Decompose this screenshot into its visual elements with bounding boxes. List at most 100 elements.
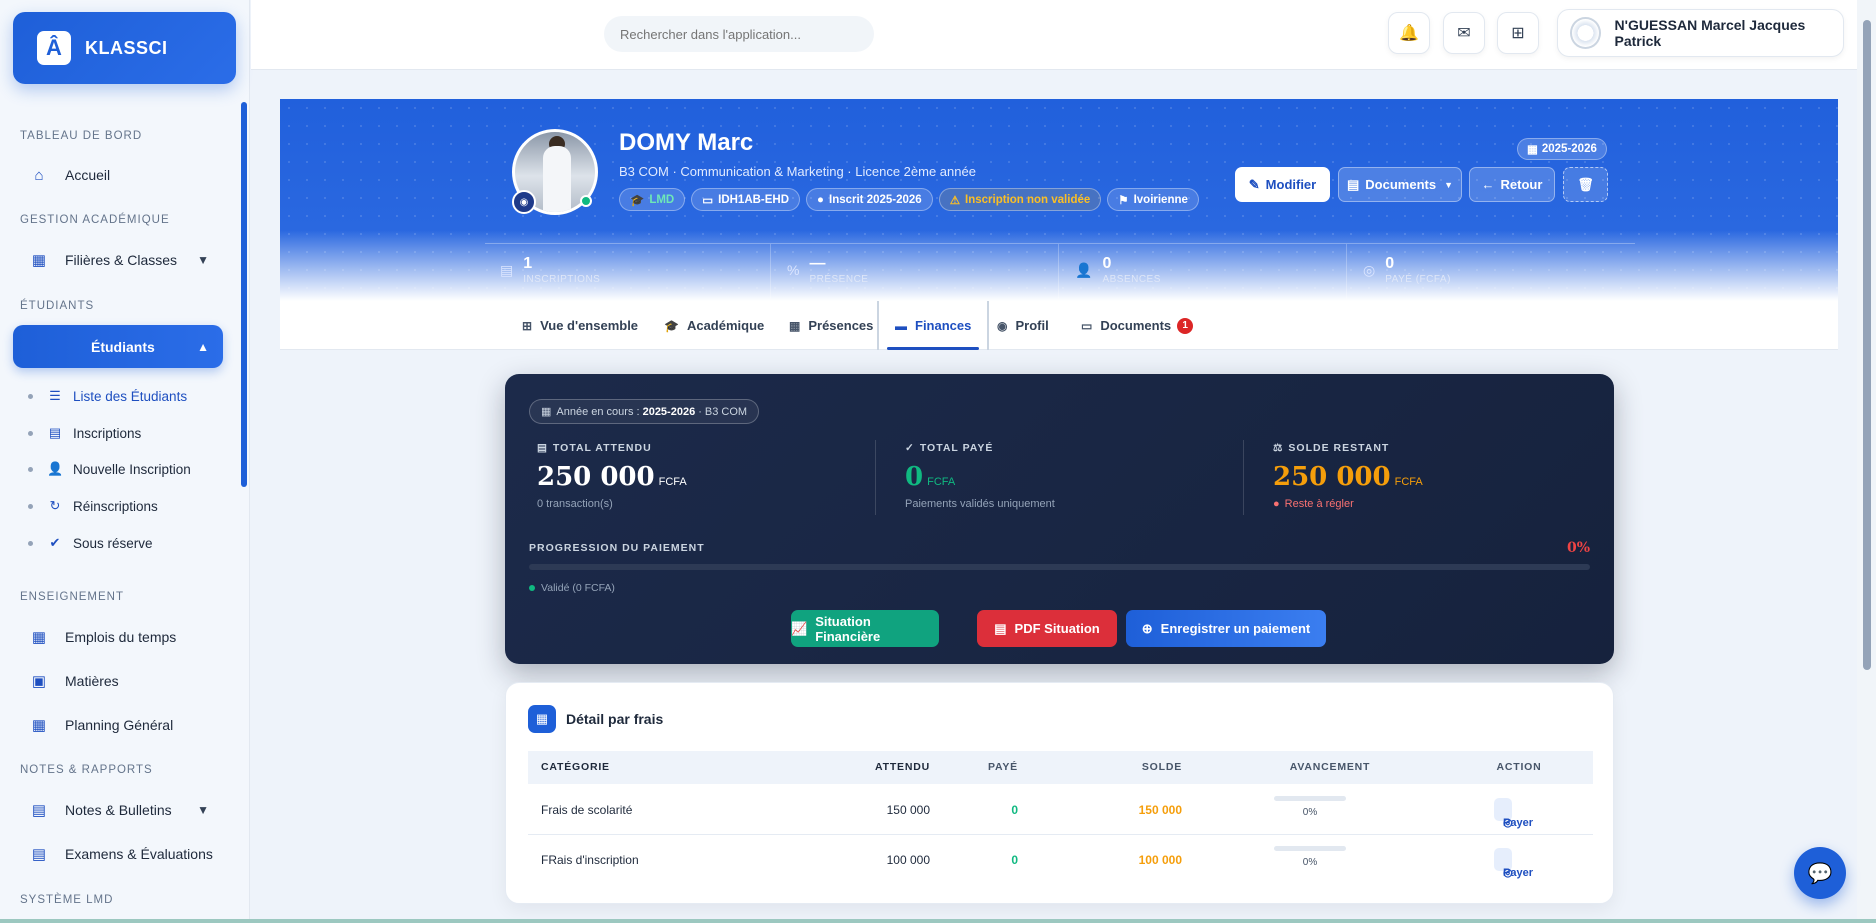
total-paye-label: TOTAL PAYÉ xyxy=(919,442,994,454)
delete-button[interactable]: 🗑 xyxy=(1563,167,1608,202)
brand-logo-block[interactable]: Â KLASSCI xyxy=(13,12,236,84)
sidebar-subitem-reinscriptions[interactable]: ↻ Réinscriptions xyxy=(28,491,158,521)
stat-value: — xyxy=(809,255,826,272)
file-icon: ▤ xyxy=(31,802,47,819)
year-class: · B3 COM xyxy=(698,405,748,418)
chat-button[interactable]: 💬 xyxy=(1794,847,1846,899)
stat-value: 1 xyxy=(523,255,533,272)
back-button[interactable]: ← Retour xyxy=(1469,167,1555,202)
tab-academique[interactable]: 🎓 Académique xyxy=(664,301,764,350)
top-header: 🔔 ✉ ⊞ N'GUESSAN Marcel Jacques Patrick xyxy=(251,0,1857,70)
tab-profil[interactable]: ◉ Profil xyxy=(997,301,1049,350)
solde-value: 250 000 xyxy=(1273,462,1391,492)
column-header: ATTENDU xyxy=(875,761,930,773)
sidebar-item-examens[interactable]: ▤ Examens & Évaluations xyxy=(13,834,223,874)
sidebar-item-label: Emplois du temps xyxy=(65,629,177,645)
stat-separator xyxy=(1346,244,1347,299)
bell-icon: 🔔 xyxy=(1399,25,1419,42)
sidebar: Â KLASSCI TABLEAU DE BORD ⌂ Accueil GEST… xyxy=(0,0,250,923)
apps-button[interactable]: ⊞ xyxy=(1497,12,1539,54)
payer-button[interactable]: ◎ Payer xyxy=(1494,848,1533,879)
enregistrer-paiement-button[interactable]: ⊕ Enregistrer un paiement xyxy=(1126,610,1326,647)
sidebar-item-emplois[interactable]: ▦ Emplois du temps xyxy=(13,617,223,657)
current-year-pill: ▦ Année en cours : 2025-2026 · B3 COM xyxy=(529,399,760,424)
payer-button[interactable]: ◎ Payer xyxy=(1494,798,1533,829)
flag-icon: ⚑ xyxy=(1118,194,1129,207)
sidebar-subitem-nouvelle-inscription[interactable]: 👤 Nouvelle Inscription xyxy=(28,454,191,484)
page-scrollbar[interactable] xyxy=(1857,0,1876,923)
solde-note: Reste à régler xyxy=(1284,498,1354,510)
section-tableau-de-bord: TABLEAU DE BORD xyxy=(20,130,143,142)
year-badge: ▦ 2025-2026 xyxy=(1517,138,1607,160)
sidebar-item-filieres[interactable]: ▦ Filières & Classes ▼ xyxy=(13,240,223,280)
tab-label: Profil xyxy=(1015,318,1049,333)
tab-label: Documents xyxy=(1100,318,1172,333)
sidebar-scrollbar[interactable] xyxy=(241,102,247,487)
calendar-icon: ▦ xyxy=(541,406,552,418)
sidebar-item-notes[interactable]: ▤ Notes & Bulletins ▼ xyxy=(13,790,223,830)
tab-finances[interactable]: ▬ Finances xyxy=(877,301,990,350)
sidebar-item-planning[interactable]: ▦ Planning Général xyxy=(13,705,223,745)
page-scrollbar-thumb[interactable] xyxy=(1863,20,1871,670)
total-paye-value: 0 xyxy=(905,462,924,492)
tab-vue-ensemble[interactable]: ⊞ Vue d'ensemble xyxy=(522,301,638,350)
bullet-dot xyxy=(28,393,33,399)
sidebar-item-matieres[interactable]: ▣ Matières xyxy=(13,661,223,701)
user-circle-icon: ◉ xyxy=(997,318,1008,333)
total-paye-block: ✓ TOTAL PAYÉ 0 FCFA Paiements validés uniq… xyxy=(905,442,1225,510)
sidebar-subitem-sous-reserve[interactable]: ✔ Sous réserve xyxy=(28,528,153,558)
pdf-situation-button[interactable]: ▤ PDF Situation xyxy=(977,610,1117,647)
search-input[interactable] xyxy=(604,16,874,52)
column-header: CATÉGORIE xyxy=(541,761,610,773)
percent-icon: % xyxy=(787,262,800,278)
total-attendu-block: ▤ TOTAL ATTENDU 250 000 FCFA 0 transaction… xyxy=(537,442,857,510)
notifications-button[interactable]: 🔔 xyxy=(1388,12,1430,54)
stat-paye: ◎ 0 PAYÉ (FCFA) xyxy=(1363,256,1451,296)
book-icon: ▣ xyxy=(31,673,47,690)
user-x-icon: 👤 xyxy=(1075,262,1093,278)
folder-icon: ▭ xyxy=(1081,318,1093,333)
grid-icon: ⊞ xyxy=(522,318,533,333)
button-label: Payer xyxy=(1503,867,1533,879)
file-icon: ▤ xyxy=(500,262,514,278)
stat-separator xyxy=(1058,244,1059,299)
progress-label: PROGRESSION DU PAIEMENT xyxy=(529,542,705,554)
messages-button[interactable]: ✉ xyxy=(1443,12,1485,54)
stat-separator xyxy=(770,244,771,299)
documents-count-badge: 1 xyxy=(1177,317,1194,334)
chip-inscrit: ● Inscrit 2025-2026 xyxy=(806,188,933,211)
building-icon: ▦ xyxy=(31,252,47,269)
table-row: Frais de scolarité 150 000 0 150 000 0% … xyxy=(528,785,1593,835)
sidebar-item-etudiants[interactable]: Étudiants ▲ xyxy=(13,325,223,368)
sidebar-item-label: Matières xyxy=(65,673,119,689)
situation-financiere-button[interactable]: 📈 Situation Financière xyxy=(791,610,939,647)
stat-value: 0 xyxy=(1102,255,1112,272)
sidebar-subitem-liste-etudiants[interactable]: ☰ Liste des Étudiants xyxy=(28,381,187,411)
calendar-icon: ▦ xyxy=(31,629,47,646)
edit-button[interactable]: ✎ Modifier xyxy=(1235,167,1330,202)
bullet-dot xyxy=(28,540,33,546)
camera-icon[interactable]: ◉ xyxy=(512,190,536,214)
user-menu-button[interactable]: N'GUESSAN Marcel Jacques Patrick xyxy=(1557,9,1844,57)
stats-divider xyxy=(485,243,1635,244)
detail-par-frais-card: ▦ Détail par frais CATÉGORIE ATTENDU PAY… xyxy=(505,682,1614,904)
chevron-down-icon: ▼ xyxy=(197,253,209,267)
chip-label: Ivoirienne xyxy=(1133,193,1188,206)
sidebar-item-accueil[interactable]: ⌂ Accueil xyxy=(13,155,223,195)
chip-label: Inscrit 2025-2026 xyxy=(829,193,922,206)
clipboard-check-icon: ✔ xyxy=(49,535,61,550)
finance-summary-card: ▦ Année en cours : 2025-2026 · B3 COM ▤ T… xyxy=(505,374,1614,664)
legend-dot xyxy=(529,585,535,591)
tab-presences[interactable]: ▦ Présences xyxy=(789,301,873,350)
button-label: Documents xyxy=(1365,177,1437,192)
stat-absences: 👤 0 ABSENCES xyxy=(1075,256,1161,296)
cell-attendu: 100 000 xyxy=(886,853,930,867)
cell-avancement: 0% xyxy=(1302,807,1318,818)
tab-documents[interactable]: ▭ Documents 1 xyxy=(1081,301,1194,350)
documents-dropdown-button[interactable]: ▤ Documents ▼ xyxy=(1338,167,1462,202)
coins-icon: ◎ xyxy=(1363,262,1376,278)
section-enseignement: ENSEIGNEMENT xyxy=(20,591,125,603)
refresh-icon: ↻ xyxy=(49,498,61,513)
sidebar-subitem-inscriptions[interactable]: ▤ Inscriptions xyxy=(28,418,141,448)
column-header: SOLDE xyxy=(1141,761,1182,773)
